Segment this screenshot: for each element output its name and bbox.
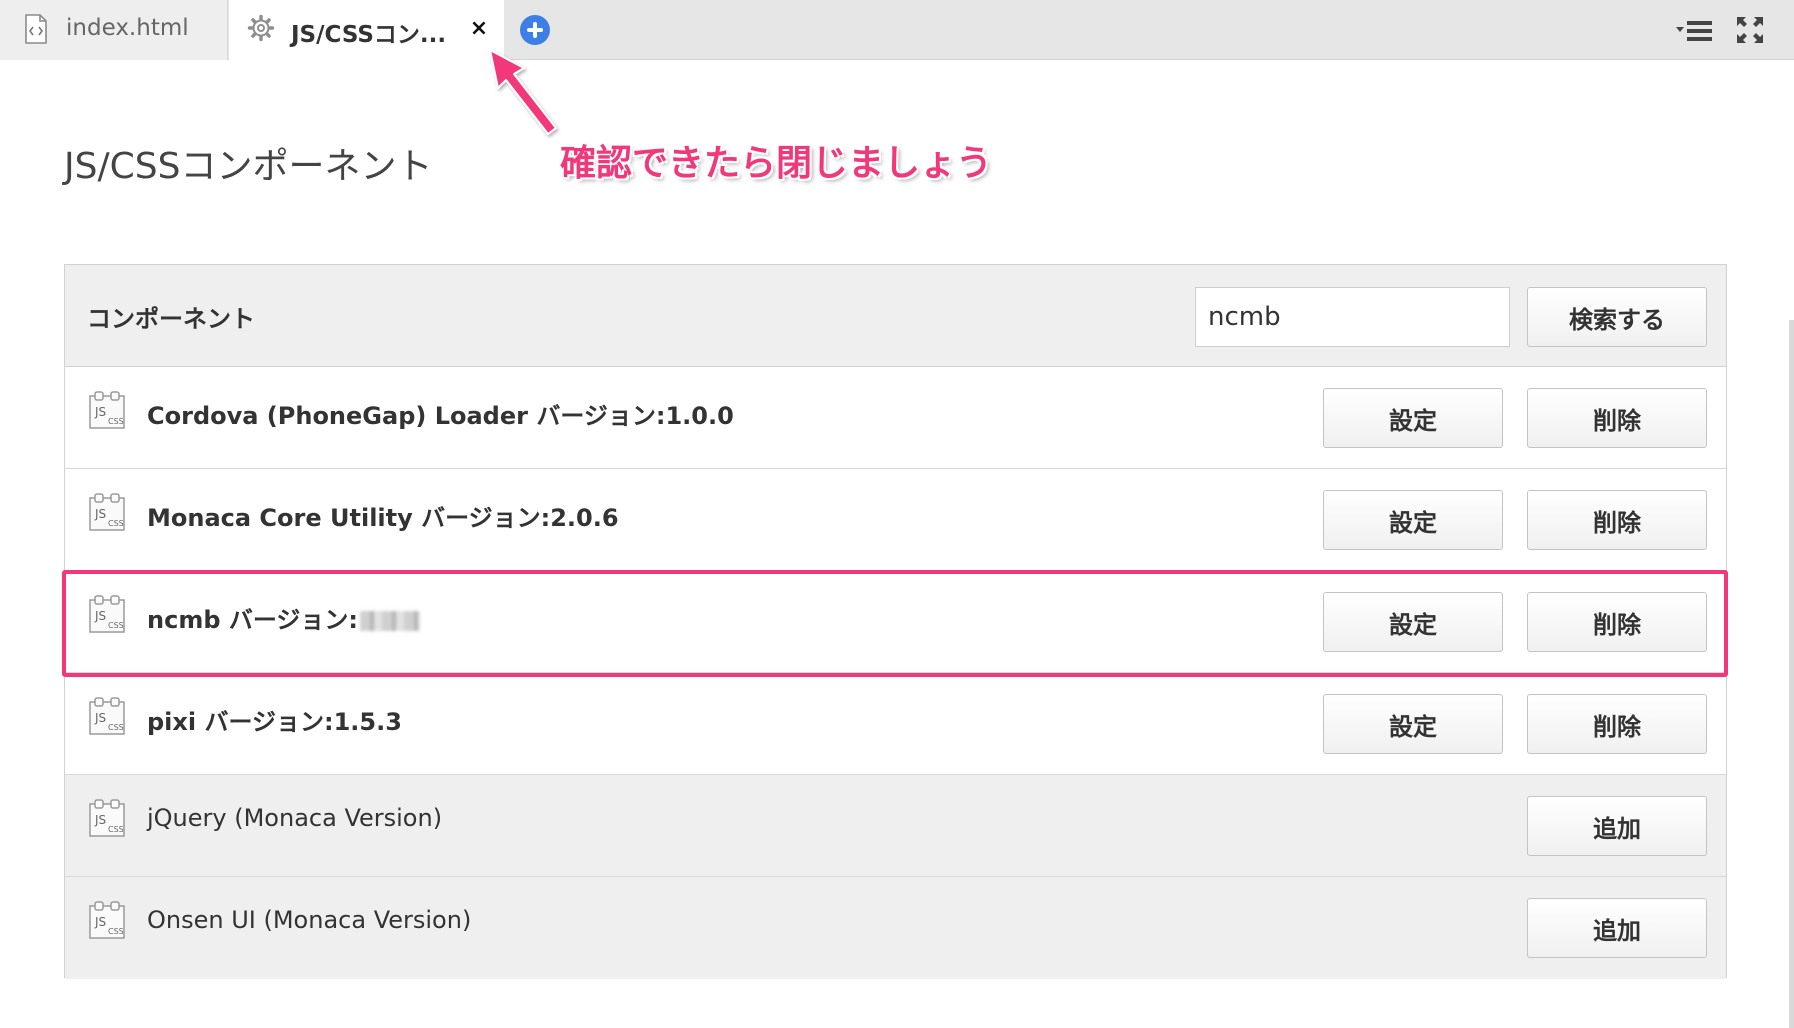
js-css-library-icon: JS CSS <box>89 493 125 531</box>
component-search-input[interactable] <box>1195 287 1510 347</box>
svg-text:CSS: CSS <box>108 927 124 936</box>
tab-index-html[interactable]: index.html <box>0 0 228 60</box>
tab-label: index.html <box>66 15 189 41</box>
svg-text:JS: JS <box>94 711 106 725</box>
component-row: JS CSS Cordova (PhoneGap) Loader バージョン:1… <box>65 367 1726 469</box>
add-tab-icon[interactable] <box>520 15 550 45</box>
component-name: pixi バージョン:1.5.3 <box>147 708 402 736</box>
component-name-text: ncmb バージョン: <box>147 606 358 634</box>
component-name: Onsen UI (Monaca Version) <box>147 906 472 934</box>
svg-text:CSS: CSS <box>108 519 124 528</box>
delete-button[interactable]: 削除 <box>1527 694 1707 754</box>
js-css-library-icon: JS CSS <box>89 391 125 429</box>
svg-text:JS: JS <box>94 507 106 521</box>
add-button[interactable]: 追加 <box>1527 898 1707 958</box>
panel-header-title: コンポーネント <box>87 305 255 333</box>
annotation-arrow <box>489 49 557 135</box>
scrollbar[interactable] <box>1789 320 1794 1028</box>
tab-list-menu-icon[interactable] <box>1676 18 1712 44</box>
settings-button[interactable]: 設定 <box>1323 694 1503 754</box>
component-row: JS CSS pixi バージョン:1.5.3 設定 削除 <box>65 673 1726 775</box>
js-css-library-icon: JS CSS <box>89 799 125 837</box>
component-name: Monaca Core Utility バージョン:2.0.6 <box>147 504 619 532</box>
page-title: JS/CSSコンポーネント <box>64 146 433 187</box>
editor-tab-bar: index.html JS/CSSコン... × <box>0 0 1794 61</box>
svg-text:JS: JS <box>94 609 106 623</box>
svg-text:JS: JS <box>94 915 106 929</box>
component-name: Cordova (PhoneGap) Loader バージョン:1.0.0 <box>147 402 734 430</box>
svg-text:CSS: CSS <box>108 723 124 732</box>
svg-text:CSS: CSS <box>108 825 124 834</box>
js-css-library-icon: JS CSS <box>89 595 125 633</box>
add-button[interactable]: 追加 <box>1527 796 1707 856</box>
component-row-ncmb: JS CSS ncmb バージョン: 設定 削除 <box>65 571 1726 673</box>
delete-button[interactable]: 削除 <box>1527 490 1707 550</box>
tab-js-css-components[interactable]: JS/CSSコン... × <box>229 0 504 61</box>
svg-text:CSS: CSS <box>108 417 124 426</box>
component-name: ncmb バージョン: <box>147 600 420 635</box>
svg-text:JS: JS <box>94 813 106 827</box>
svg-text:JS: JS <box>94 405 106 419</box>
component-row-available: JS CSS jQuery (Monaca Version) 追加 <box>65 775 1726 877</box>
component-panel: コンポーネント 検索する JS CSS Cordova (PhoneGap) L… <box>64 264 1727 979</box>
js-css-library-icon: JS CSS <box>89 901 125 939</box>
delete-button[interactable]: 削除 <box>1527 592 1707 652</box>
settings-button[interactable]: 設定 <box>1323 592 1503 652</box>
annotation-callout: 確認できたら閉じましょう <box>560 143 993 184</box>
gear-icon <box>247 14 275 42</box>
settings-button[interactable]: 設定 <box>1323 388 1503 448</box>
js-css-library-icon: JS CSS <box>89 697 125 735</box>
blurred-version <box>359 611 420 631</box>
svg-text:CSS: CSS <box>108 621 124 630</box>
close-tab-icon[interactable]: × <box>467 17 491 41</box>
delete-button[interactable]: 削除 <box>1527 388 1707 448</box>
settings-button[interactable]: 設定 <box>1323 490 1503 550</box>
component-row-available: JS CSS Onsen UI (Monaca Version) 追加 <box>65 877 1726 979</box>
panel-header: コンポーネント 検索する <box>65 265 1726 367</box>
html-file-icon <box>25 14 47 44</box>
component-name: jQuery (Monaca Version) <box>147 804 443 832</box>
tab-label: JS/CSSコン... <box>291 22 447 48</box>
fullscreen-icon[interactable] <box>1736 16 1764 44</box>
search-button[interactable]: 検索する <box>1527 287 1707 347</box>
component-row: JS CSS Monaca Core Utility バージョン:2.0.6 設… <box>65 469 1726 571</box>
